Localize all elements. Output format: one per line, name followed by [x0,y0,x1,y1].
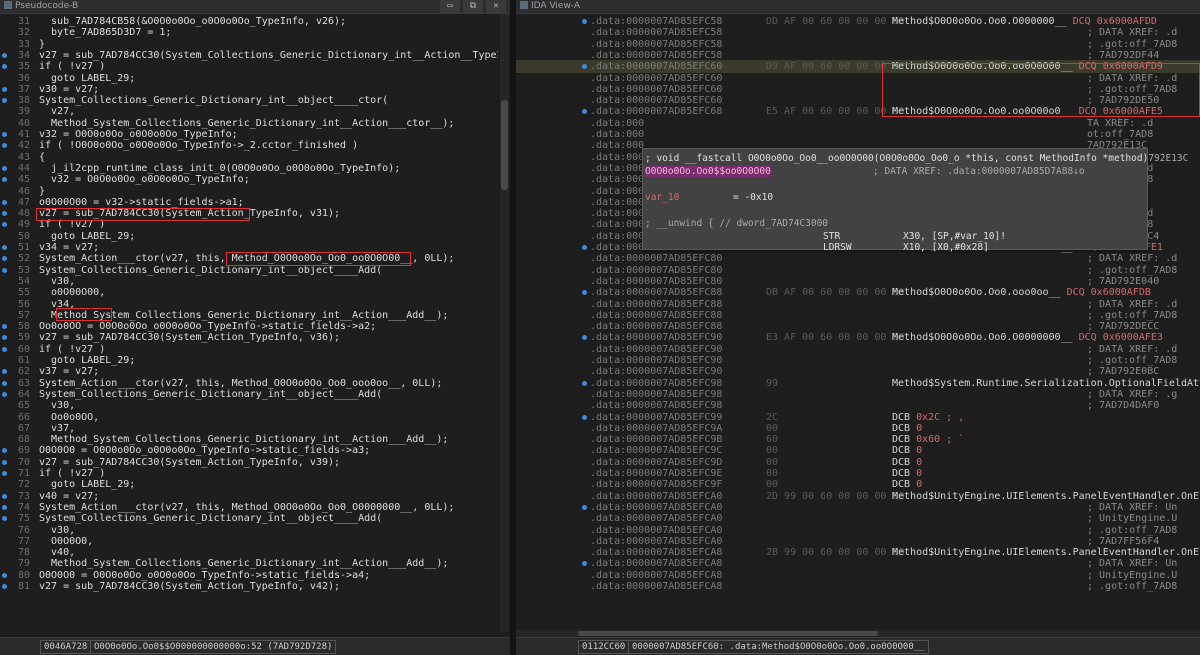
line-marker-icon [582,19,587,24]
breakpoint-marker-icon[interactable] [2,245,7,250]
pseudocode-window: Pseudocode-B ▭ ⧉ ✕ 31 sub_7AD784CB58(&O0… [0,0,510,655]
code-line[interactable]: 81 v27 = sub_7AD784CC30(System_Action_Typ… [0,580,498,593]
line-marker-icon [582,504,587,510]
status-location: O0O0o0Oo.Oo0$$O000000000000o:52 (7AD792D… [90,640,337,654]
code-icon [4,1,12,9]
code-text: v27 = sub_7AD784CC30(System_Action_TypeI… [39,581,341,592]
ida-status-offset: 0112CC60 [578,640,630,654]
breakpoint-marker-icon[interactable] [2,177,7,183]
restore-button[interactable]: ▭ [440,0,460,13]
hint-function-name: O0O0o0Oo.Oo0$$oo0O0O00 [645,166,771,177]
highlight-box [56,308,112,321]
breakpoint-marker-icon[interactable] [2,165,7,171]
breakpoint-marker-icon[interactable] [2,132,7,137]
disasm-line[interactable]: .data:0000007AD85EFCA8 ; .got:off_7AD8 [516,580,1200,593]
breakpoint-marker-icon[interactable] [2,199,7,205]
breakpoint-marker-icon[interactable] [2,516,7,522]
breakpoint-marker-icon[interactable] [2,346,7,352]
ida-status-location: 0000007AD85EFC60: .data:Method$O0O0o0Oo.… [628,640,929,654]
disasm-instruction [892,580,898,593]
hint-unwind: ; __unwind { // dword_7AD74C3000 [645,218,829,229]
breakpoint-marker-icon[interactable] [2,222,7,228]
breakpoint-marker-icon[interactable] [2,64,7,70]
hint-signature: ; void __fastcall O0O0o0Oo_Oo0__oo0O0O00… [645,153,1149,164]
ida-view-tab-title: IDA View-A [531,1,581,11]
breakpoint-marker-icon[interactable] [2,493,7,499]
disasm-address: .data:0000007AD85EFCA8 [590,581,723,592]
line-marker-icon [582,335,587,341]
line-marker-icon [582,380,587,386]
line-marker-icon [582,245,587,250]
close-button[interactable]: ✕ [486,0,506,13]
breakpoint-marker-icon[interactable] [2,324,7,330]
breakpoint-marker-icon[interactable] [2,584,7,589]
hint-ops2: X10, [X0,#0x28] [903,242,989,253]
disassembly-icon [520,1,528,9]
hint-xref: ; DATA XREF: .data:0000007AD85D7A88↓o [873,166,1085,177]
pseudocode-tabbar: Pseudocode-B ▭ ⧉ ✕ [0,0,510,14]
breakpoint-marker-icon[interactable] [2,369,7,375]
pseudocode-scrollbar[interactable] [500,14,509,632]
pseudocode-listing[interactable]: 31 sub_7AD784CB58(&O0O0o0Oo_o0O0o0Oo_Typ… [0,15,498,629]
ida-horizontal-scrollbar[interactable] [516,630,1200,637]
hint-ins2: LDRSW [823,242,852,253]
breakpoint-marker-icon[interactable] [2,98,7,104]
pseudocode-tab-title: Pseudocode-B [15,1,79,11]
ida-statusbar: 0112CC60 0000007AD85EFC60: .data:Method$… [516,637,1200,655]
line-marker-icon [582,109,587,115]
line-marker-icon [582,414,587,420]
highlight-box [226,252,411,266]
breakpoint-marker-icon[interactable] [2,448,7,454]
breakpoint-marker-icon[interactable] [2,459,7,465]
line-marker-icon [582,290,587,296]
breakpoint-marker-icon[interactable] [2,380,7,386]
disasm-comment: ; .got:off_7AD8 [1087,581,1178,592]
function-hint-popup: ; void __fastcall O0O0o0Oo_Oo0__oo0O0O00… [642,148,1188,253]
scrollbar-thumb[interactable] [578,631,878,636]
breakpoint-marker-icon[interactable] [2,267,7,273]
ida-view-tabbar: IDA View-A [516,0,1200,14]
line-marker-icon [582,561,587,567]
breakpoint-marker-icon[interactable] [2,504,7,510]
hint-signature-tail: 792E13C [1148,153,1189,164]
line-number: 81 [17,581,30,592]
hint-var-name: var_10 [645,192,680,203]
breakpoint-marker-icon[interactable] [2,572,7,578]
breakpoint-marker-icon[interactable] [2,211,7,217]
breakpoint-marker-icon[interactable] [2,86,7,92]
scrollbar-thumb[interactable] [501,100,508,190]
breakpoint-marker-icon[interactable] [2,52,7,58]
pseudocode-statusbar: 0046A728 O0O0o0Oo.Oo0$$O000000000000o:52… [0,637,510,655]
highlight-box [36,208,250,221]
ida-view-tab[interactable]: IDA View-A [520,0,580,13]
pseudocode-tab[interactable]: Pseudocode-B [4,0,78,13]
breakpoint-marker-icon[interactable] [2,143,7,149]
breakpoint-marker-icon[interactable] [2,471,7,476]
breakpoint-marker-icon[interactable] [2,335,7,341]
status-offset: 0046A728 [40,640,92,654]
breakpoint-marker-icon[interactable] [2,391,7,397]
hint-var-value: = -0x10 [733,192,774,203]
line-marker-icon [582,64,587,70]
selection-highlight-box [882,63,1200,117]
ida-view-window: IDA View-A .data:0000007AD85EFC58 DD AF 0… [516,0,1200,655]
float-button[interactable]: ⧉ [463,0,483,13]
breakpoint-marker-icon[interactable] [2,256,7,262]
